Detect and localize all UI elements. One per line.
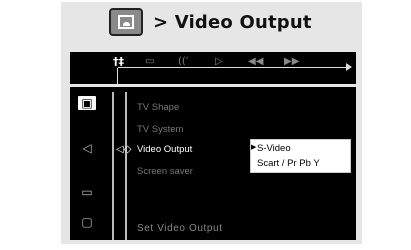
menu-item-tv-shape[interactable]: TV Shape bbox=[137, 102, 179, 113]
speaker-icon[interactable]: ◁ bbox=[78, 141, 96, 155]
scroll-bar-right bbox=[125, 92, 127, 240]
tab-divider bbox=[117, 68, 118, 84]
selection-pointer-icon: ▶ bbox=[251, 144, 257, 151]
tab-bar: †‡ ▭ ((ʿ ▷ ◀◀ ▶▶ bbox=[70, 52, 356, 84]
tab-arrow-line bbox=[118, 67, 348, 68]
option-scart[interactable]: Scart / Pr Pb Y bbox=[257, 158, 320, 169]
menu-item-video-output[interactable]: Video Output bbox=[137, 144, 192, 155]
video-setup-icon[interactable]: ▣ bbox=[78, 96, 96, 110]
scroll-bar-left bbox=[112, 92, 114, 240]
page-header: > Video Output bbox=[109, 6, 312, 38]
video-screen-icon bbox=[109, 8, 143, 36]
menu-item-tv-system[interactable]: TV System bbox=[137, 124, 183, 135]
option-s-video[interactable]: S-Video bbox=[257, 143, 291, 154]
settings-panel: ▣ ◁ ▭ ▢ TV Shape TV System ◁◇ Video Outp… bbox=[70, 87, 356, 240]
help-text: Set Video Output bbox=[137, 223, 223, 234]
menu-item-screen-saver[interactable]: Screen saver bbox=[137, 166, 193, 177]
sidebar: ▣ ◁ ▭ ▢ bbox=[70, 87, 106, 240]
page-title: > Video Output bbox=[153, 11, 312, 33]
video-output-options: ▶ S-Video Scart / Pr Pb Y bbox=[250, 139, 351, 173]
arrow-right-icon bbox=[346, 63, 352, 71]
navigation-arrows-icon: ◁◇ bbox=[116, 144, 132, 155]
subtitle-icon[interactable]: ▭ bbox=[78, 185, 96, 199]
preferences-icon[interactable]: ▢ bbox=[78, 215, 96, 229]
